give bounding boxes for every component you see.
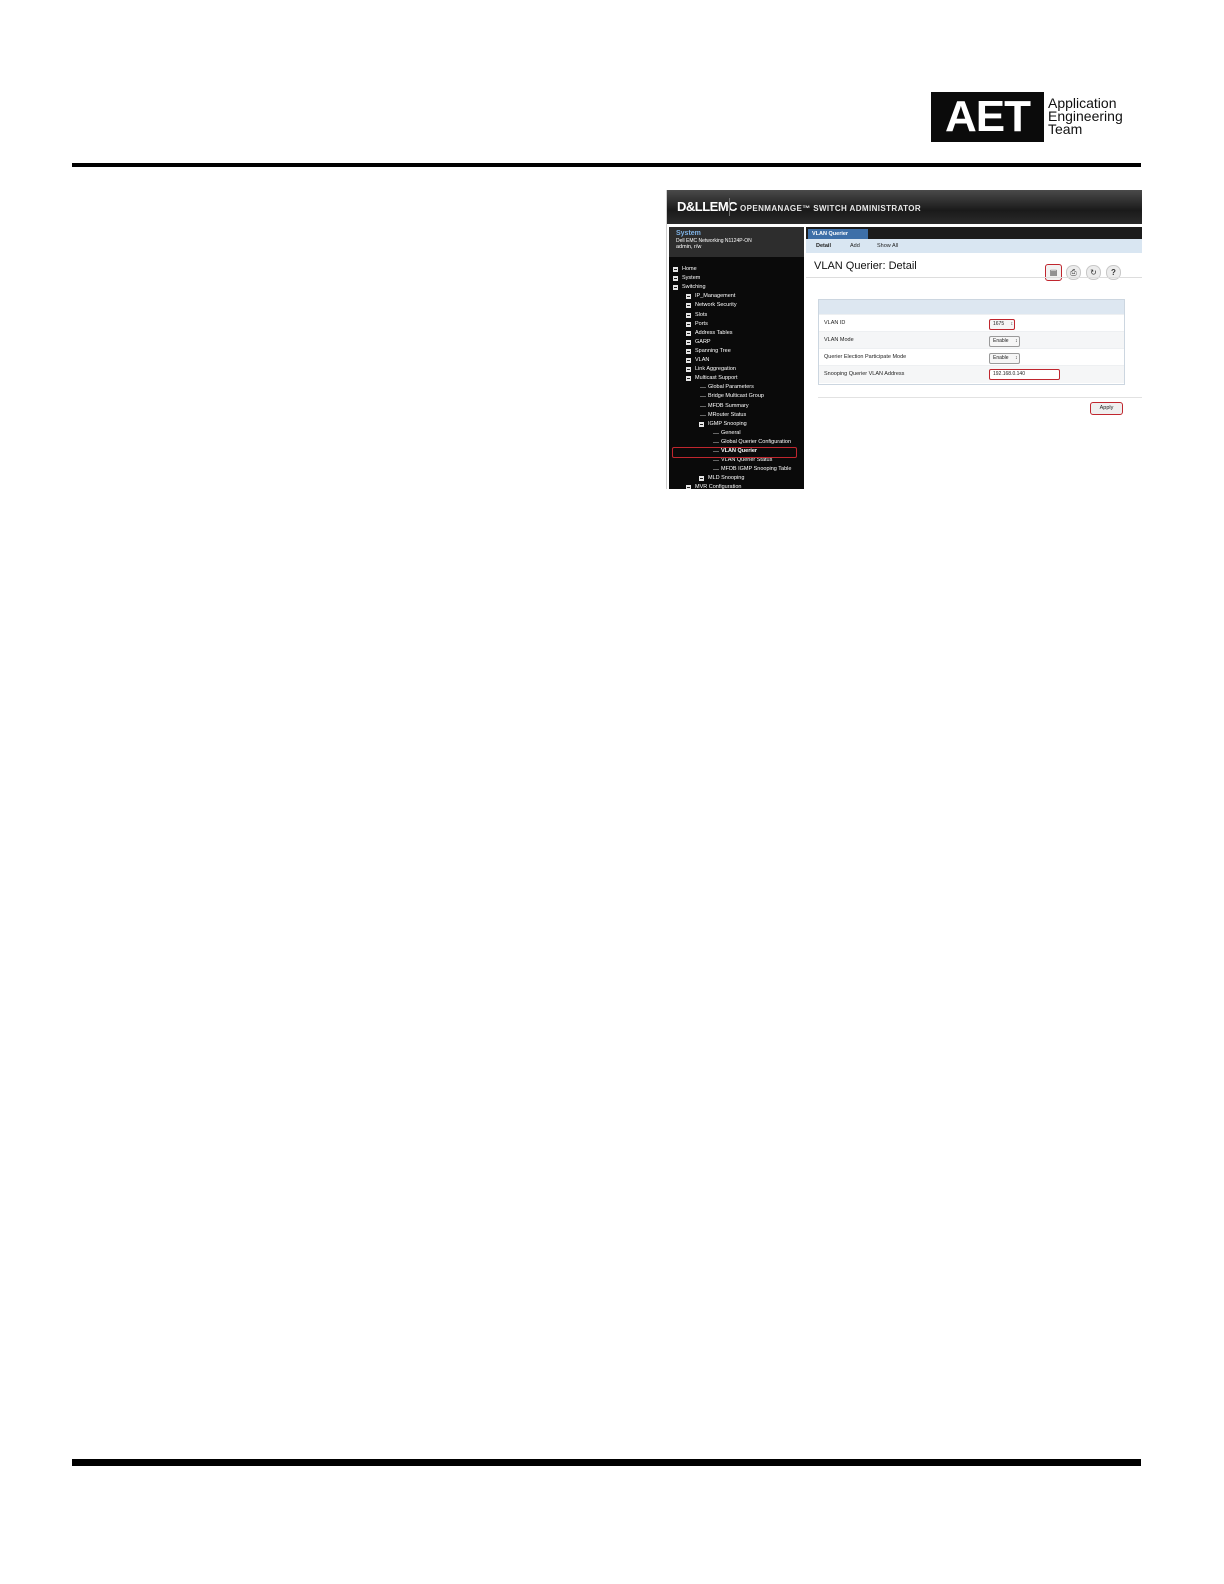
nav-tree-label: Ports <box>695 320 708 327</box>
nav-tree-label: Home <box>682 266 697 272</box>
nav-tree-label: Network Security <box>695 302 737 309</box>
form-header <box>819 300 1124 314</box>
nav-user: admin, r/w <box>676 244 702 250</box>
nav-tree-label: GARP <box>695 338 711 345</box>
tree-connector <box>713 432 719 434</box>
subtab-bar: Detail Add Show All <box>806 239 1142 253</box>
aet-logo-mark: AET <box>931 92 1044 142</box>
page-title: VLAN Querier: Detail <box>814 260 917 272</box>
nav-tree-label: Global Querier Configuration <box>721 438 792 445</box>
nav-tree-label: Slots <box>695 311 708 318</box>
nav-tree-label: Spanning Tree <box>695 347 731 354</box>
expand-toggle-icon[interactable] <box>699 421 704 427</box>
expand-toggle-icon[interactable] <box>673 276 678 282</box>
expand-toggle-icon[interactable] <box>686 485 691 489</box>
form-row-vlan-id: VLAN ID 1675 <box>819 314 1124 332</box>
expand-toggle-icon[interactable] <box>686 367 691 373</box>
main-panel: VLAN Querier Detail Add Show All VLAN Qu… <box>806 227 1142 489</box>
tab-vlan-querier[interactable]: VLAN Querier <box>808 229 868 239</box>
expand-toggle-icon[interactable] <box>686 358 691 363</box>
header-rule <box>72 163 1141 167</box>
form-row-vlan-mode: VLAN Mode Enable <box>819 331 1124 349</box>
nav-tree-label: MFDB IGMP Snooping Table <box>721 466 792 473</box>
subtab-add[interactable]: Add <box>850 239 860 253</box>
querier-address-label: Snooping Querier VLAN Address <box>824 371 905 377</box>
nav-tree-label: IGMP Snooping <box>708 420 747 427</box>
subtab-show-all[interactable]: Show All <box>877 239 898 253</box>
nav-tree-label: IP_Management <box>695 293 736 300</box>
tree-connector <box>700 387 706 389</box>
querier-form: VLAN ID 1675 VLAN Mode Enable Querier El… <box>818 299 1125 385</box>
tree-connector <box>700 414 706 416</box>
tree-connector <box>700 396 706 398</box>
form-divider <box>818 397 1142 398</box>
title-divider <box>806 277 1142 278</box>
switch-admin-screenshot: D&LLEMC OPENMANAGE™ SWITCH ADMINISTRATOR… <box>666 190 1142 489</box>
vlan-id-label: VLAN ID <box>824 320 846 326</box>
expand-toggle-icon[interactable] <box>686 312 691 318</box>
nav-header: System Dell EMC Networking N1124P-ON adm… <box>669 227 804 257</box>
aet-logo-words: Application Engineering Team <box>1048 96 1123 137</box>
vlan-mode-select[interactable]: Enable <box>989 336 1020 347</box>
nav-system-label[interactable]: System <box>676 230 701 237</box>
footer-rule <box>72 1459 1141 1466</box>
nav-tree-label: Bridge Multicast Group <box>708 393 764 400</box>
tree-connector <box>700 405 706 407</box>
nav-tree-label: VLAN <box>695 357 710 363</box>
vlan-id-select[interactable]: 1675 <box>989 319 1016 330</box>
tree-connector <box>713 441 719 443</box>
expand-toggle-icon[interactable] <box>686 294 691 300</box>
expand-toggle-icon[interactable] <box>686 376 691 382</box>
nav-tree-label: Address Tables <box>695 329 733 336</box>
form-row-querier-address: Snooping Querier VLAN Address 192.168.0.… <box>819 365 1124 383</box>
nav-tree-label: MRouter Status <box>708 411 747 418</box>
app-title: OPENMANAGE™ SWITCH ADMINISTRATOR <box>740 204 922 213</box>
logo-word: Team <box>1048 121 1083 137</box>
nav-tree-label: Switching <box>682 284 706 291</box>
expand-toggle-icon[interactable] <box>686 303 691 309</box>
election-mode-select[interactable]: Enable <box>989 353 1020 364</box>
aet-logo: AET Application Engineering Team <box>931 92 1131 142</box>
app-banner: D&LLEMC OPENMANAGE™ SWITCH ADMINISTRATOR <box>667 190 1142 224</box>
form-row-election-mode: Querier Election Participate Mode Enable <box>819 348 1124 366</box>
expand-toggle-icon[interactable] <box>686 348 691 354</box>
nav-tree-label: MFDB Summary <box>708 402 749 409</box>
nav-tree-label: MVR Configuration <box>695 484 742 489</box>
expand-toggle-icon[interactable] <box>699 476 704 482</box>
nav-tree-label: Multicast Support <box>695 375 738 382</box>
expand-toggle-icon[interactable] <box>673 285 678 291</box>
expand-toggle-icon[interactable] <box>686 339 691 345</box>
nav-tree-label: Link Aggregation <box>695 366 736 373</box>
election-mode-label: Querier Election Participate Mode <box>824 354 907 360</box>
querier-address-input[interactable]: 192.168.0.140 <box>989 369 1060 380</box>
nav-tree-label: System <box>682 275 701 282</box>
selected-item-highlight <box>672 447 797 458</box>
nav-tree-label: General <box>721 429 741 436</box>
expand-toggle-icon[interactable] <box>686 330 691 336</box>
nav-tree-label: MLD Snooping <box>708 475 745 482</box>
tree-connector <box>713 469 719 471</box>
apply-button[interactable]: Apply <box>1090 402 1123 415</box>
nav-tree-label: Global Parameters <box>708 384 754 391</box>
tree-connector <box>713 460 719 462</box>
expand-toggle-icon[interactable] <box>673 267 678 272</box>
subtab-detail[interactable]: Detail <box>816 239 831 253</box>
nav-tree-panel: System Dell EMC Networking N1124P-ON adm… <box>669 227 804 489</box>
vlan-mode-label: VLAN Mode <box>824 337 854 343</box>
tab-bar: VLAN Querier <box>806 227 1142 239</box>
save-icon[interactable]: ▤ <box>1045 264 1062 281</box>
expand-toggle-icon[interactable] <box>686 321 691 327</box>
banner-divider <box>729 198 730 216</box>
